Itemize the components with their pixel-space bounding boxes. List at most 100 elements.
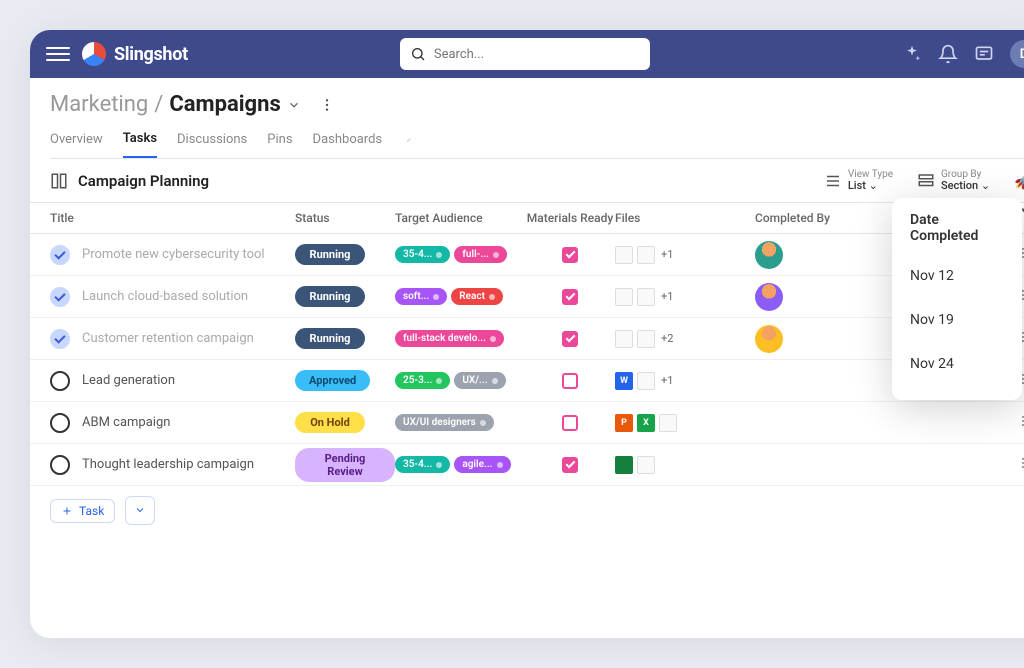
breadcrumb-parent[interactable]: Marketing xyxy=(50,92,148,117)
col-files[interactable]: Files xyxy=(615,211,755,225)
table-row[interactable]: Launch cloud-based solutionRunning soft..… xyxy=(30,276,1024,318)
task-checkbox[interactable] xyxy=(50,287,70,307)
table-row[interactable]: Lead generationApproved 25-3...UX/... W +1 xyxy=(30,360,1024,402)
file-more-count[interactable]: +1 xyxy=(661,248,673,261)
more-icon[interactable] xyxy=(319,97,335,113)
task-checkbox[interactable] xyxy=(50,329,70,349)
pencil-icon[interactable] xyxy=(402,138,416,152)
row-more-icon[interactable] xyxy=(1012,456,1024,474)
tag-pill[interactable]: 25-3... xyxy=(395,372,450,389)
materials-checkbox[interactable] xyxy=(562,373,578,389)
status-badge[interactable]: Pending Review xyxy=(295,448,395,482)
breadcrumb-current[interactable]: Campaigns xyxy=(169,92,280,117)
add-task-button[interactable]: Task xyxy=(50,499,115,523)
search-input[interactable] xyxy=(434,47,640,62)
col-status[interactable]: Status xyxy=(295,211,395,225)
tag-pill[interactable]: React xyxy=(451,288,503,305)
col-title[interactable]: Title xyxy=(50,211,295,225)
task-title[interactable]: Lead generation xyxy=(82,373,295,388)
files-cell[interactable]: W +1 xyxy=(615,372,755,390)
status-badge[interactable]: On Hold xyxy=(295,412,365,433)
tag-pill[interactable]: full-stack develo... xyxy=(395,330,504,347)
row-more-icon[interactable] xyxy=(1012,414,1024,432)
files-cell[interactable]: +1 xyxy=(615,246,755,264)
file-thumb[interactable] xyxy=(637,372,655,390)
target-audience-cell[interactable]: 25-3...UX/... xyxy=(395,372,525,389)
tag-pill[interactable]: 35-4... xyxy=(395,246,450,263)
assignee-avatar[interactable] xyxy=(755,283,783,311)
file-more-count[interactable]: +1 xyxy=(661,290,673,303)
table-row[interactable]: Promote new cybersecurity toolRunning35-… xyxy=(30,234,1024,276)
task-title[interactable]: Launch cloud-based solution xyxy=(82,289,295,304)
popover-item[interactable]: Nov 24 xyxy=(892,342,1022,386)
materials-checkbox[interactable] xyxy=(562,415,578,431)
files-cell[interactable]: PX xyxy=(615,414,755,432)
tab-tasks[interactable]: Tasks xyxy=(123,131,157,158)
file-thumb[interactable] xyxy=(615,246,633,264)
materials-checkbox[interactable] xyxy=(562,457,578,473)
file-more-count[interactable]: +2 xyxy=(661,332,673,345)
tag-pill[interactable]: soft... xyxy=(395,288,447,305)
materials-checkbox[interactable] xyxy=(562,331,578,347)
menu-icon[interactable] xyxy=(46,42,70,66)
rocket-icon[interactable]: 🚀 xyxy=(1014,171,1024,190)
tab-discussions[interactable]: Discussions xyxy=(177,132,247,157)
target-audience-cell[interactable]: UX/UI designers xyxy=(395,414,525,431)
popover-item[interactable]: Nov 12 xyxy=(892,254,1022,298)
file-thumb[interactable] xyxy=(659,414,677,432)
files-cell[interactable]: +2 xyxy=(615,330,755,348)
file-more-count[interactable]: +1 xyxy=(661,374,673,387)
bell-icon[interactable] xyxy=(938,44,958,64)
chevron-down-icon[interactable] xyxy=(287,98,301,112)
file-thumb[interactable] xyxy=(615,330,633,348)
file-icon[interactable]: P xyxy=(615,414,633,432)
file-thumb[interactable] xyxy=(637,246,655,264)
add-task-dropdown[interactable] xyxy=(125,496,155,525)
table-row[interactable]: ABM campaignOn Hold UX/UI designers PX xyxy=(30,402,1024,444)
user-avatar[interactable]: D xyxy=(1010,40,1024,68)
files-cell[interactable]: +1 xyxy=(615,288,755,306)
task-title[interactable]: Thought leadership campaign xyxy=(82,457,295,472)
target-audience-cell[interactable]: 35-4...full-... xyxy=(395,246,525,263)
tab-overview[interactable]: Overview xyxy=(50,132,103,157)
target-audience-cell[interactable]: full-stack develo... xyxy=(395,330,525,347)
file-thumb[interactable] xyxy=(637,288,655,306)
status-badge[interactable]: Approved xyxy=(295,370,370,391)
target-audience-cell[interactable]: 35-4...agile... xyxy=(395,456,525,473)
assignee-avatar[interactable] xyxy=(755,325,783,353)
tag-pill[interactable]: UX/UI designers xyxy=(395,414,494,431)
file-thumb[interactable] xyxy=(637,456,655,474)
file-icon[interactable]: W xyxy=(615,372,633,390)
tag-pill[interactable]: 35-4... xyxy=(395,456,450,473)
status-badge[interactable]: Running xyxy=(295,286,365,307)
sparkle-icon[interactable] xyxy=(902,44,922,64)
file-icon[interactable] xyxy=(615,456,633,474)
tab-dashboards[interactable]: Dashboards xyxy=(313,132,383,157)
file-thumb[interactable] xyxy=(615,288,633,306)
tag-pill[interactable]: full-... xyxy=(454,246,507,263)
group-by-control[interactable]: Group By Section ⌄ xyxy=(917,169,990,192)
tag-pill[interactable]: agile... xyxy=(454,456,510,473)
materials-checkbox[interactable] xyxy=(562,247,578,263)
search-input-wrap[interactable] xyxy=(400,38,650,70)
task-title[interactable]: Customer retention campaign xyxy=(82,331,295,346)
tag-pill[interactable]: UX/... xyxy=(454,372,505,389)
popover-item[interactable]: Nov 19 xyxy=(892,298,1022,342)
task-checkbox[interactable] xyxy=(50,245,70,265)
files-cell[interactable] xyxy=(615,456,755,474)
status-badge[interactable]: Running xyxy=(295,328,365,349)
target-audience-cell[interactable]: soft...React xyxy=(395,288,525,305)
brand[interactable]: Slingshot xyxy=(82,42,188,66)
task-checkbox[interactable] xyxy=(50,455,70,475)
task-checkbox[interactable] xyxy=(50,413,70,433)
col-target[interactable]: Target Audience xyxy=(395,211,525,225)
table-row[interactable]: Thought leadership campaignPending Revie… xyxy=(30,444,1024,486)
task-checkbox[interactable] xyxy=(50,371,70,391)
assignee-avatar[interactable] xyxy=(755,241,783,269)
tab-pins[interactable]: Pins xyxy=(267,132,292,157)
table-row[interactable]: Customer retention campaignRunning full-s… xyxy=(30,318,1024,360)
file-thumb[interactable] xyxy=(637,330,655,348)
col-completed-by[interactable]: Completed By xyxy=(755,211,845,225)
status-badge[interactable]: Running xyxy=(295,244,365,265)
task-title[interactable]: ABM campaign xyxy=(82,415,295,430)
